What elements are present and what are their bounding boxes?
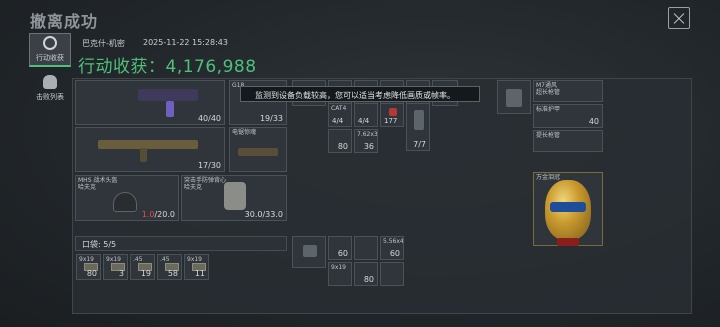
page-title: 撤离成功 (30, 12, 99, 31)
rig-item[interactable]: 177 (380, 103, 404, 127)
magazine-icon (140, 148, 147, 162)
tab-label: 击败列表 (36, 93, 64, 101)
skull-icon (43, 75, 57, 89)
armor-name: 突击手防弹背心 哈夫克 (184, 177, 227, 191)
rig-item[interactable]: CAT4 4/4 (328, 103, 352, 127)
pocket-header: 口袋: 5/5 (75, 236, 287, 251)
backpack-item[interactable] (380, 262, 404, 286)
stash-item[interactable]: 标准护甲 40 (533, 104, 603, 128)
stash-item[interactable]: 提长枪管 (533, 130, 603, 152)
melee-name: 电锯惊魂 (232, 129, 257, 136)
durability: 30.0/33.0 (244, 210, 283, 219)
armor-slot[interactable]: 突击手防弹背心 哈夫克 30.0/33.0 (181, 175, 287, 221)
rifle-icon (98, 140, 198, 149)
helmet-name: MHS 战术头盔 哈夫克 (78, 177, 118, 191)
performance-tooltip: 监测到设备负载较高，您可以适当考虑降低画质或帧率。 (240, 86, 480, 102)
backpack-item[interactable] (354, 236, 378, 260)
primary-weapon-slot[interactable]: 40/40 (75, 80, 225, 125)
timestamp: 2025-11-22 15:28:43 (143, 38, 228, 47)
ammo-count: 17/30 (197, 161, 221, 170)
helmet-slot[interactable]: MHS 战术头盔 哈夫克 1.0/20.0 (75, 175, 179, 221)
tab-action-loot[interactable]: 行动收获 (29, 33, 71, 67)
rig-item[interactable]: 7/7 (406, 103, 430, 151)
player-name: 巴克什-机密 (82, 39, 125, 48)
rifle-icon (138, 89, 198, 101)
stash-item[interactable] (497, 80, 531, 114)
chainsaw-icon (238, 148, 278, 156)
canister-icon (414, 110, 424, 130)
tab-label: 行动收获 (36, 54, 64, 62)
pocket-item[interactable]: .45 58 (157, 254, 182, 280)
secondary-weapon-slot[interactable]: 17/30 (75, 127, 225, 172)
case-icon (506, 89, 522, 107)
pocket-item[interactable]: .45 19 (130, 254, 155, 280)
backpack-item[interactable] (292, 236, 326, 268)
rig-item[interactable]: 4/4 (354, 103, 378, 127)
total-value: 行动收获：4,176,988 (78, 57, 257, 77)
container-icon (303, 245, 317, 257)
medkit-icon (389, 108, 397, 116)
pocket-item[interactable]: 9x19 80 (76, 254, 101, 280)
backpack-item[interactable]: 60 (328, 236, 352, 260)
rig-item[interactable]: 7.62x3 36 (354, 129, 378, 153)
backpack-item[interactable]: 9x19 (328, 262, 352, 286)
melee-slot[interactable]: 电锯惊魂 (229, 127, 287, 172)
backpack-item[interactable]: 5.56x4 60 (380, 236, 404, 260)
pocket-item[interactable]: 9x19 11 (184, 254, 209, 280)
ammo-count: 19/33 (259, 114, 283, 123)
backpack-item[interactable]: 80 (354, 262, 378, 286)
vest-icon (224, 182, 246, 210)
stash-item[interactable]: M7通风 超长枪管 (533, 80, 603, 102)
durability: 1.0/20.0 (141, 210, 175, 219)
close-button[interactable] (668, 7, 690, 29)
ammo-count: 40/40 (197, 114, 221, 123)
jeweled-egg-icon (545, 180, 591, 246)
helmet-icon (113, 192, 137, 212)
rig-item[interactable]: 80 (328, 129, 352, 153)
magazine-icon (166, 101, 174, 117)
pocket-item[interactable]: 9x19 3 (103, 254, 128, 280)
tab-kill-list[interactable]: 击败列表 (29, 70, 71, 104)
target-icon (43, 36, 57, 50)
